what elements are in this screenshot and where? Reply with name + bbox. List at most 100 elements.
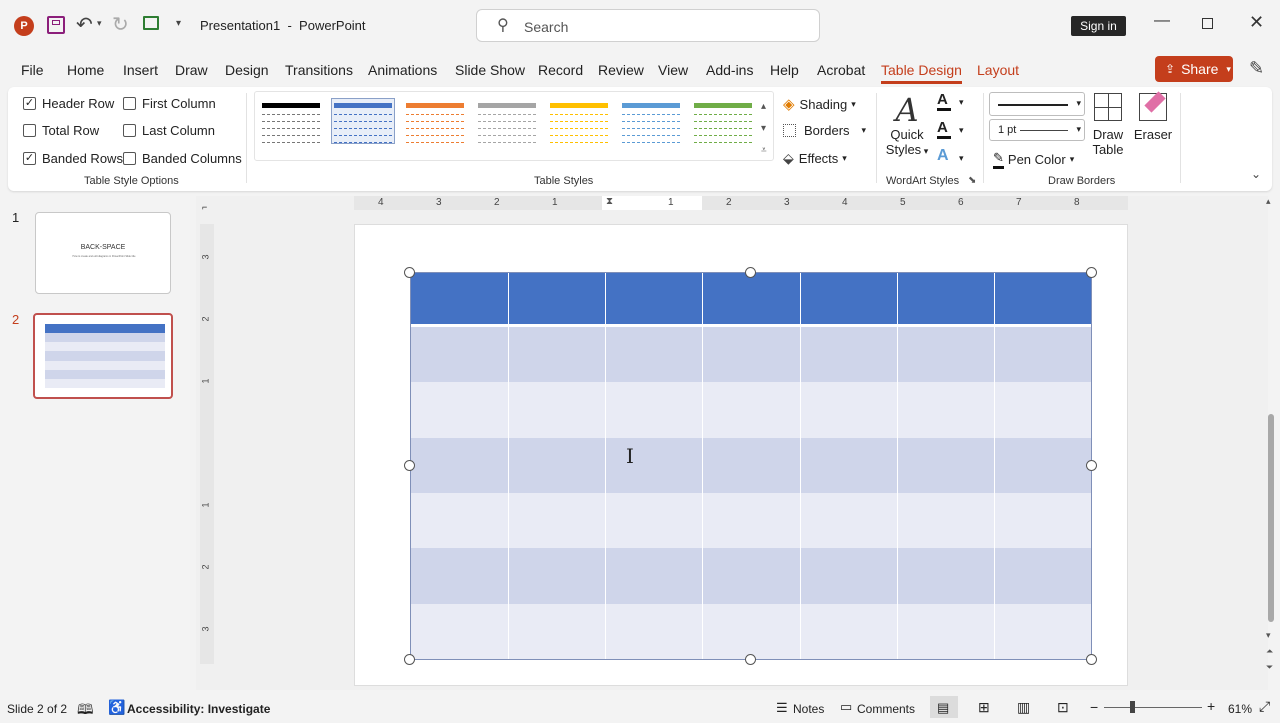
notes-button[interactable]: Notes bbox=[793, 702, 824, 716]
collapse-ribbon-icon[interactable]: ⌄ bbox=[1251, 167, 1261, 181]
table-header-cell[interactable] bbox=[411, 273, 509, 327]
draw-table-button[interactable]: Draw Table bbox=[1091, 93, 1125, 157]
tab-add-ins[interactable]: Add-ins bbox=[706, 62, 753, 78]
table-cell[interactable] bbox=[411, 548, 509, 604]
gallery-more-icon[interactable]: ⩡ bbox=[761, 145, 767, 156]
resize-handle[interactable] bbox=[404, 654, 415, 665]
table-cell[interactable] bbox=[993, 603, 1091, 659]
accessibility-status[interactable]: Accessibility: Investigate bbox=[127, 702, 270, 716]
table-cell[interactable] bbox=[605, 603, 703, 659]
text-outline-icon[interactable]: A bbox=[937, 119, 951, 139]
resize-handle[interactable] bbox=[1086, 460, 1097, 471]
slide-thumbnail-2[interactable] bbox=[33, 313, 173, 399]
zoom-slider[interactable] bbox=[1104, 707, 1202, 708]
slide-show-icon[interactable]: ⊡ bbox=[1057, 699, 1069, 716]
table-cell[interactable] bbox=[799, 548, 897, 604]
wordart-dialog-launcher-icon[interactable]: ⬊ bbox=[968, 175, 976, 186]
table-style-thumbnail[interactable] bbox=[548, 99, 610, 143]
table-header-cell[interactable] bbox=[993, 273, 1091, 327]
zoom-slider-thumb[interactable] bbox=[1130, 701, 1135, 713]
table-cell[interactable] bbox=[799, 437, 897, 493]
table-cell[interactable] bbox=[993, 327, 1091, 383]
table-cell[interactable] bbox=[896, 493, 994, 549]
tab-view[interactable]: View bbox=[658, 62, 688, 78]
zoom-out-icon[interactable]: − bbox=[1090, 699, 1098, 715]
comments-icon[interactable]: ▭ bbox=[840, 699, 852, 715]
table-cell[interactable] bbox=[799, 603, 897, 659]
table-header-cell[interactable] bbox=[702, 273, 800, 327]
table-cell[interactable] bbox=[411, 493, 509, 549]
undo-dropdown-icon[interactable]: ▾ bbox=[97, 18, 102, 29]
table-cell[interactable] bbox=[799, 382, 897, 438]
resize-handle[interactable] bbox=[1086, 654, 1097, 665]
text-effects-icon[interactable]: A bbox=[937, 147, 949, 165]
fit-to-window-icon[interactable]: ⤢ bbox=[1259, 698, 1270, 715]
first-column-checkbox[interactable]: First Column bbox=[123, 96, 216, 111]
resize-handle[interactable] bbox=[745, 267, 756, 278]
slide-sorter-icon[interactable]: ⊞ bbox=[978, 699, 990, 716]
tab-file[interactable]: File bbox=[21, 62, 44, 78]
table-cell[interactable] bbox=[508, 382, 606, 438]
last-column-checkbox[interactable]: Last Column bbox=[123, 123, 215, 138]
text-outline-dropdown-icon[interactable]: ▾ bbox=[959, 125, 964, 136]
gallery-up-icon[interactable]: ▴ bbox=[761, 101, 766, 112]
comments-pen-icon[interactable]: ✎ bbox=[1249, 58, 1264, 79]
resize-handle[interactable] bbox=[1086, 267, 1097, 278]
table-cell[interactable] bbox=[605, 493, 703, 549]
table-cell[interactable] bbox=[896, 327, 994, 383]
table-header-cell[interactable] bbox=[799, 273, 897, 327]
share-button[interactable]: ⇪ Share ▾ bbox=[1155, 56, 1233, 82]
table-style-thumbnail[interactable] bbox=[692, 99, 754, 143]
quick-styles-button[interactable]: A Quick Styles ▾ bbox=[884, 93, 930, 165]
borders-button[interactable]: Borders ▾ bbox=[783, 123, 866, 138]
effects-button[interactable]: ⬙ Effects ▾ bbox=[783, 150, 847, 167]
table-cell[interactable] bbox=[799, 327, 897, 383]
table-style-thumbnail[interactable] bbox=[404, 99, 466, 143]
shading-button[interactable]: ◈ Shading ▾ bbox=[783, 95, 856, 113]
text-effects-dropdown-icon[interactable]: ▾ bbox=[959, 153, 964, 164]
total-row-checkbox[interactable]: Total Row bbox=[23, 123, 99, 138]
sign-in-button[interactable]: Sign in bbox=[1071, 16, 1126, 36]
pen-weight-dropdown[interactable]: 1 pt ▾ bbox=[989, 119, 1085, 141]
spelling-icon[interactable]: 🕮 bbox=[77, 699, 94, 723]
table-style-thumbnail[interactable] bbox=[331, 98, 395, 144]
table-cell[interactable] bbox=[896, 603, 994, 659]
text-fill-icon[interactable]: A bbox=[937, 91, 951, 111]
gallery-down-icon[interactable]: ▾ bbox=[761, 123, 766, 134]
resize-handle[interactable] bbox=[404, 267, 415, 278]
tab-home[interactable]: Home bbox=[67, 62, 104, 78]
search-box[interactable]: ⚲ Search bbox=[476, 9, 820, 42]
table-style-thumbnail[interactable] bbox=[260, 99, 322, 143]
table-cell[interactable] bbox=[411, 603, 509, 659]
table-cell[interactable] bbox=[896, 382, 994, 438]
vertical-scrollbar-thumb[interactable] bbox=[1268, 414, 1274, 622]
scroll-up-icon[interactable]: ▴ bbox=[1266, 196, 1271, 207]
table-cell[interactable] bbox=[508, 327, 606, 383]
table-cell[interactable] bbox=[508, 493, 606, 549]
pen-style-dropdown[interactable]: ▾ bbox=[989, 92, 1085, 116]
table-cell[interactable] bbox=[605, 327, 703, 383]
tab-design[interactable]: Design bbox=[225, 62, 269, 78]
table-header-cell[interactable] bbox=[896, 273, 994, 327]
customize-toolbar-icon[interactable]: ▾ bbox=[176, 18, 181, 29]
table-header-cell[interactable] bbox=[508, 273, 606, 327]
undo-icon[interactable]: ↶ bbox=[76, 12, 93, 37]
previous-slide-icon[interactable]: ⏶ bbox=[1266, 646, 1273, 657]
tab-record[interactable]: Record bbox=[538, 62, 583, 78]
table-cell[interactable] bbox=[896, 548, 994, 604]
restore-icon[interactable] bbox=[1202, 18, 1213, 29]
table-cell[interactable] bbox=[702, 382, 800, 438]
table-cell[interactable] bbox=[605, 382, 703, 438]
tab-acrobat[interactable]: Acrobat bbox=[817, 62, 865, 78]
banded-rows-checkbox[interactable]: ✓ Banded Rows bbox=[23, 151, 123, 166]
indent-marker-icon[interactable]: ⧗ bbox=[606, 196, 613, 207]
comments-button[interactable]: Comments bbox=[857, 702, 915, 716]
table-cell[interactable] bbox=[508, 437, 606, 493]
table-cell[interactable] bbox=[799, 493, 897, 549]
table-header-cell[interactable] bbox=[605, 273, 703, 327]
table-cell[interactable] bbox=[605, 548, 703, 604]
table-cell[interactable] bbox=[702, 327, 800, 383]
table-cell[interactable] bbox=[702, 548, 800, 604]
table-cell[interactable] bbox=[993, 437, 1091, 493]
table-style-thumbnail[interactable] bbox=[476, 99, 538, 143]
